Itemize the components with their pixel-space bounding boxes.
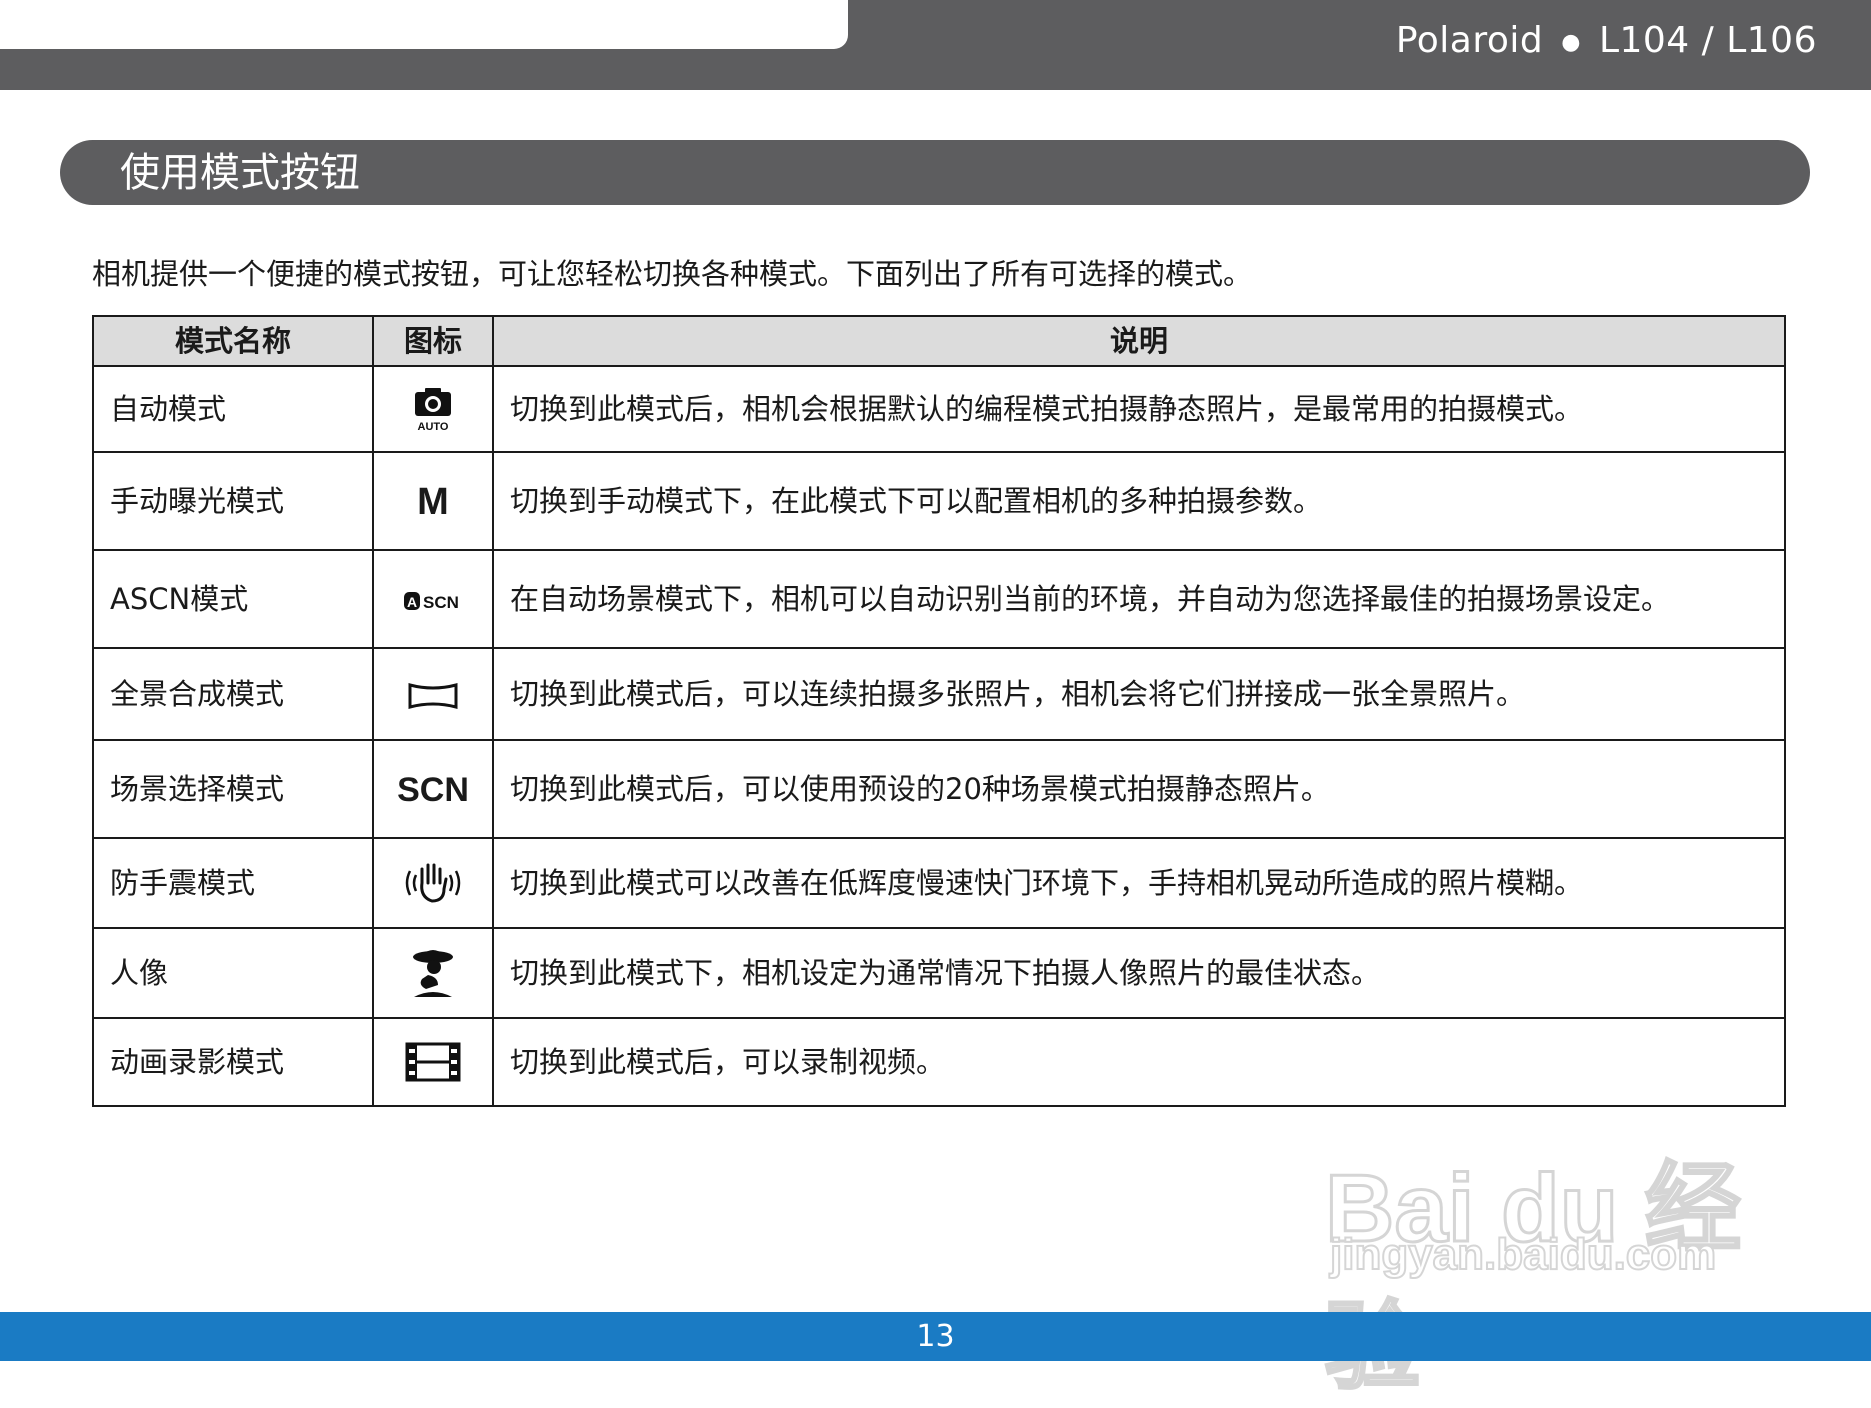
mode-table: 模式名称 图标 说明 自动模式 AUTO 切换到此模式后，相机会根据默认的编程模… [92,315,1786,1107]
mode-description: 切换到手动模式下，在此模式下可以配置相机的多种拍摄参数。 [492,451,1786,551]
portrait-icon [413,950,453,997]
mode-name: 场景选择模式 [92,739,374,839]
movie-film-icon [405,1042,461,1082]
header-description: 说明 [492,315,1786,367]
mode-name: 防手震模式 [92,837,374,929]
panorama-icon [408,683,458,709]
bullet-separator: ● [1561,29,1581,55]
svg-text:SCN: SCN [423,593,459,612]
table-row: ASCN模式 A SCN 在自动场景模式下，相机可以自动识别当前的环境，并自动为… [92,549,1786,649]
table-row: 防手震模式 切换到此模式可以改善在低辉度慢速快门环境下，手持相机晃动所造成的照片… [92,837,1786,929]
table-row: 人像 切换到此模式下，相机设定为通常情况下拍摄人像照片的最佳状态。 [92,927,1786,1019]
manual-m-icon: M [417,481,449,523]
brand-name: Polaroid [1395,20,1544,61]
page-number: 13 [916,1319,955,1354]
table-row: 场景选择模式 SCN 切换到此模式后，可以使用预设的20种场景模式拍摄静态照片。 [92,739,1786,839]
mode-name: 全景合成模式 [92,647,374,741]
header-tab-cutout [0,0,848,49]
mode-description: 切换到此模式后，相机会根据默认的编程模式拍摄静态照片，是最常用的拍摄模式。 [492,365,1786,453]
mode-name: 人像 [92,927,374,1019]
svg-text:A: A [407,594,417,610]
table-header-row: 模式名称 图标 说明 [92,315,1786,367]
ascn-icon: A SCN [404,592,459,612]
mode-description: 切换到此模式可以改善在低辉度慢速快门环境下，手持相机晃动所造成的照片模糊。 [492,837,1786,929]
product-name: Polaroid ● L104 / L106 [1396,20,1817,61]
mode-name: 自动模式 [92,365,374,453]
mode-name: 动画录影模式 [92,1017,374,1107]
mode-name: ASCN模式 [92,549,374,649]
mode-description: 切换到此模式后，可以连续拍摄多张照片，相机会将它们拼接成一张全景照片。 [492,647,1786,741]
mode-description: 切换到此模式后，可以使用预设的20种场景模式拍摄静态照片。 [492,739,1786,839]
auto-icon-label: AUTO [418,421,449,432]
camera-auto-icon: AUTO [415,388,451,432]
top-header-bar: Polaroid ● L104 / L106 [0,0,1871,90]
mode-description: 在自动场景模式下，相机可以自动识别当前的环境，并自动为您选择最佳的拍摄场景设定。 [492,549,1786,649]
anti-shake-hand-icon [405,863,461,903]
table-row: 手动曝光模式 M 切换到手动模式下，在此模式下可以配置相机的多种拍摄参数。 [92,451,1786,551]
header-mode-name: 模式名称 [92,315,374,367]
table-row: 动画录影模式 切换到此模式后，可以录制视频。 [92,1017,1786,1107]
section-title-bar: 使用模式按钮 [60,140,1810,205]
mode-description: 切换到此模式下，相机设定为通常情况下拍摄人像照片的最佳状态。 [492,927,1786,1019]
table-row: 全景合成模式 切换到此模式后，可以连续拍摄多张照片，相机会将它们拼接成一张全景照… [92,647,1786,741]
mode-description: 切换到此模式后，可以录制视频。 [492,1017,1786,1107]
header-icon: 图标 [372,315,494,367]
intro-paragraph: 相机提供一个便捷的模式按钮，可让您轻松切换各种模式。下面列出了所有可选择的模式。 [92,257,1253,291]
table-row: 自动模式 AUTO 切换到此模式后，相机会根据默认的编程模式拍摄静态照片，是最常… [92,365,1786,453]
watermark-url: jingyan.baidu.com [1329,1229,1717,1280]
mode-name: 手动曝光模式 [92,451,374,551]
model-name: L104 / L106 [1598,20,1817,61]
baidu-watermark: Bai du 经验 jingyan.baidu.com [1324,1100,1765,1403]
scn-icon: SCN [397,771,469,809]
section-title: 使用模式按钮 [120,150,360,196]
footer-bar: 13 [0,1312,1871,1361]
